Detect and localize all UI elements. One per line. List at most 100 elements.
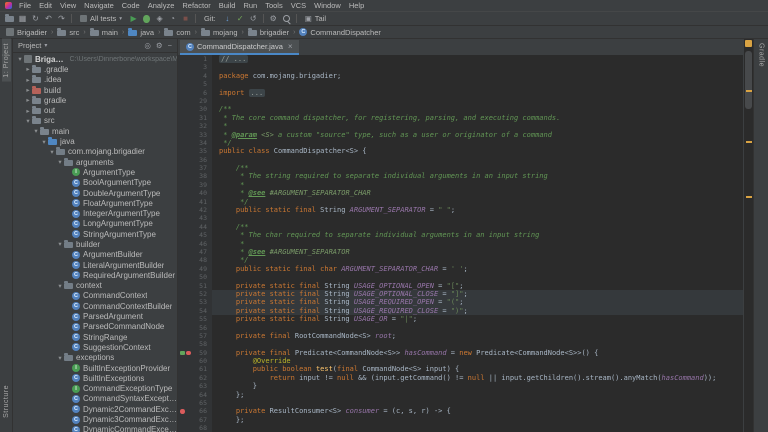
- run-button[interactable]: ▶: [127, 13, 140, 25]
- line-number[interactable]: 36: [178, 156, 212, 164]
- line-number[interactable]: 67: [178, 416, 212, 424]
- inspection-status-icon[interactable]: [745, 40, 752, 47]
- line-number[interactable]: 31: [178, 114, 212, 122]
- line-number[interactable]: 39: [178, 181, 212, 189]
- code-line[interactable]: 5: [178, 80, 743, 88]
- code-line[interactable]: 38 * The string required to separate ind…: [178, 172, 743, 180]
- tree-item--gradle[interactable]: ▸.gradle: [13, 64, 177, 74]
- locate-icon[interactable]: ◎: [144, 41, 151, 50]
- tree-toggle-icon[interactable]: ▾: [32, 127, 40, 135]
- line-number[interactable]: 41: [178, 198, 212, 206]
- code-line[interactable]: 62 return input != null && (input.getCom…: [178, 374, 743, 382]
- close-tab-icon[interactable]: ×: [288, 42, 293, 51]
- code-line[interactable]: 65: [178, 399, 743, 407]
- line-number[interactable]: 58: [178, 340, 212, 348]
- code-editor[interactable]: 1// ...34package com.mojang.brigadier;56…: [178, 55, 743, 432]
- tree-item-parsedcommandnode[interactable]: CParsedCommandNode: [13, 322, 177, 332]
- line-number[interactable]: 55: [178, 315, 212, 323]
- coverage-button[interactable]: ◈: [153, 13, 166, 25]
- code-line[interactable]: 39 *: [178, 181, 743, 189]
- code-line[interactable]: 42 public static final String ARGUMENT_S…: [178, 206, 743, 214]
- line-number[interactable]: 54: [178, 307, 212, 315]
- line-number[interactable]: 5: [178, 80, 212, 88]
- menu-window[interactable]: Window: [310, 0, 345, 11]
- line-number[interactable]: 32: [178, 122, 212, 130]
- menu-help[interactable]: Help: [345, 0, 368, 11]
- code-line[interactable]: 36: [178, 156, 743, 164]
- code-line[interactable]: 52 private static final String USAGE_OPT…: [178, 290, 743, 298]
- breadcrumb-item-mojang[interactable]: mojang: [201, 28, 238, 37]
- synchronize-icon[interactable]: ↻: [29, 13, 42, 25]
- code-line[interactable]: 43: [178, 214, 743, 222]
- tree-item-gradle[interactable]: ▸gradle: [13, 95, 177, 105]
- code-line[interactable]: 41 */: [178, 198, 743, 206]
- tree-item-brigadier[interactable]: ▾BrigadierC:\Users\Dinnerbone\workspace\…: [13, 54, 177, 64]
- git-commit-icon[interactable]: ✓: [234, 13, 247, 25]
- warning-stripe-mark[interactable]: [746, 196, 752, 198]
- code-line[interactable]: 63 }: [178, 382, 743, 390]
- code-line[interactable]: 31 * The core command dispatcher, for re…: [178, 114, 743, 122]
- line-number[interactable]: 61: [178, 365, 212, 373]
- tool-button-gradle[interactable]: Gradle: [757, 39, 766, 71]
- line-number[interactable]: 33: [178, 131, 212, 139]
- stop-button[interactable]: ■: [179, 13, 192, 25]
- tree-toggle-icon[interactable]: ▸: [24, 107, 32, 115]
- tree-toggle-icon[interactable]: ▾: [16, 55, 24, 63]
- tree-toggle-icon[interactable]: ▾: [56, 158, 64, 166]
- tool-button-structure[interactable]: Structure: [2, 381, 11, 422]
- code-line[interactable]: 68: [178, 424, 743, 432]
- scrollbar-thumb[interactable]: [745, 51, 752, 109]
- code-line[interactable]: 61 public boolean test(final CommandNode…: [178, 365, 743, 373]
- code-line[interactable]: 57 private final RootCommandNode<S> root…: [178, 332, 743, 340]
- code-line[interactable]: 3: [178, 63, 743, 71]
- tree-toggle-icon[interactable]: ▾: [40, 138, 48, 146]
- code-line[interactable]: 40 * @see #ARGUMENT_SEPARATOR_CHAR: [178, 189, 743, 197]
- tree-item-doubleargumenttype[interactable]: CDoubleArgumentType: [13, 188, 177, 198]
- chevron-down-icon[interactable]: ▾: [44, 42, 47, 49]
- code-line[interactable]: 54 private static final String USAGE_REQ…: [178, 307, 743, 315]
- project-panel-title[interactable]: Project: [18, 41, 41, 50]
- gutter-marker-icon[interactable]: [180, 351, 185, 356]
- code-line[interactable]: 37 /**: [178, 164, 743, 172]
- code-line[interactable]: 66 private ResultConsumer<S> consumer = …: [178, 407, 743, 415]
- menu-file[interactable]: File: [15, 0, 35, 11]
- breadcrumb-item-commanddispatcher[interactable]: CCommandDispatcher: [299, 28, 380, 37]
- code-line[interactable]: 44 /**: [178, 223, 743, 231]
- breadcrumb-item-main[interactable]: main: [90, 28, 118, 37]
- tree-item-dynamic3commandexceptiontype[interactable]: CDynamic3CommandExceptionType: [13, 414, 177, 424]
- line-number[interactable]: 3: [178, 63, 212, 71]
- code-line[interactable]: 46 *: [178, 240, 743, 248]
- tree-item-context[interactable]: ▾context: [13, 281, 177, 291]
- debug-button[interactable]: [140, 13, 153, 25]
- tree-item-src[interactable]: ▾src: [13, 116, 177, 126]
- menu-vcs[interactable]: VCS: [287, 0, 310, 11]
- line-number[interactable]: 56: [178, 324, 212, 332]
- tree-item-commandcontextbuilder[interactable]: CCommandContextBuilder: [13, 301, 177, 311]
- tree-item-commandsyntaxexception[interactable]: CCommandSyntaxException: [13, 394, 177, 404]
- code-line[interactable]: 55 private static final String USAGE_OR …: [178, 315, 743, 323]
- line-number[interactable]: 47: [178, 248, 212, 256]
- code-line[interactable]: 32 *: [178, 122, 743, 130]
- code-line[interactable]: 50: [178, 273, 743, 281]
- warning-stripe-mark[interactable]: [746, 90, 752, 92]
- breadcrumb-item-brigadier[interactable]: brigadier: [248, 28, 289, 37]
- git-update-icon[interactable]: ↓: [221, 13, 234, 25]
- tree-toggle-icon[interactable]: ▾: [56, 354, 64, 362]
- tree-item-builtinexceptions[interactable]: CBuiltInExceptions: [13, 373, 177, 383]
- line-number[interactable]: 6: [178, 89, 212, 97]
- code-line[interactable]: 33 * @param <S> a custom "source" type, …: [178, 131, 743, 139]
- line-number[interactable]: 29: [178, 97, 212, 105]
- collapse-all-icon[interactable]: −: [168, 41, 172, 50]
- tree-item-dynamic2commandexceptiontype[interactable]: CDynamic2CommandExceptionType: [13, 404, 177, 414]
- git-rollback-icon[interactable]: ↺: [247, 13, 260, 25]
- line-number[interactable]: 63: [178, 382, 212, 390]
- code-line[interactable]: 59 private final Predicate<CommandNode<S…: [178, 349, 743, 357]
- tree-item-com-mojang-brigadier[interactable]: ▾com.mojang.brigadier: [13, 147, 177, 157]
- line-number[interactable]: 50: [178, 273, 212, 281]
- line-number[interactable]: 38: [178, 172, 212, 180]
- code-line[interactable]: 47 * @see #ARGUMENT_SEPARATOR: [178, 248, 743, 256]
- line-number[interactable]: 45: [178, 231, 212, 239]
- code-line[interactable]: 60 @Override: [178, 357, 743, 365]
- code-line[interactable]: 53 private static final String USAGE_REQ…: [178, 298, 743, 306]
- tree-item-literalargumentbuilder[interactable]: CLiteralArgumentBuilder: [13, 260, 177, 270]
